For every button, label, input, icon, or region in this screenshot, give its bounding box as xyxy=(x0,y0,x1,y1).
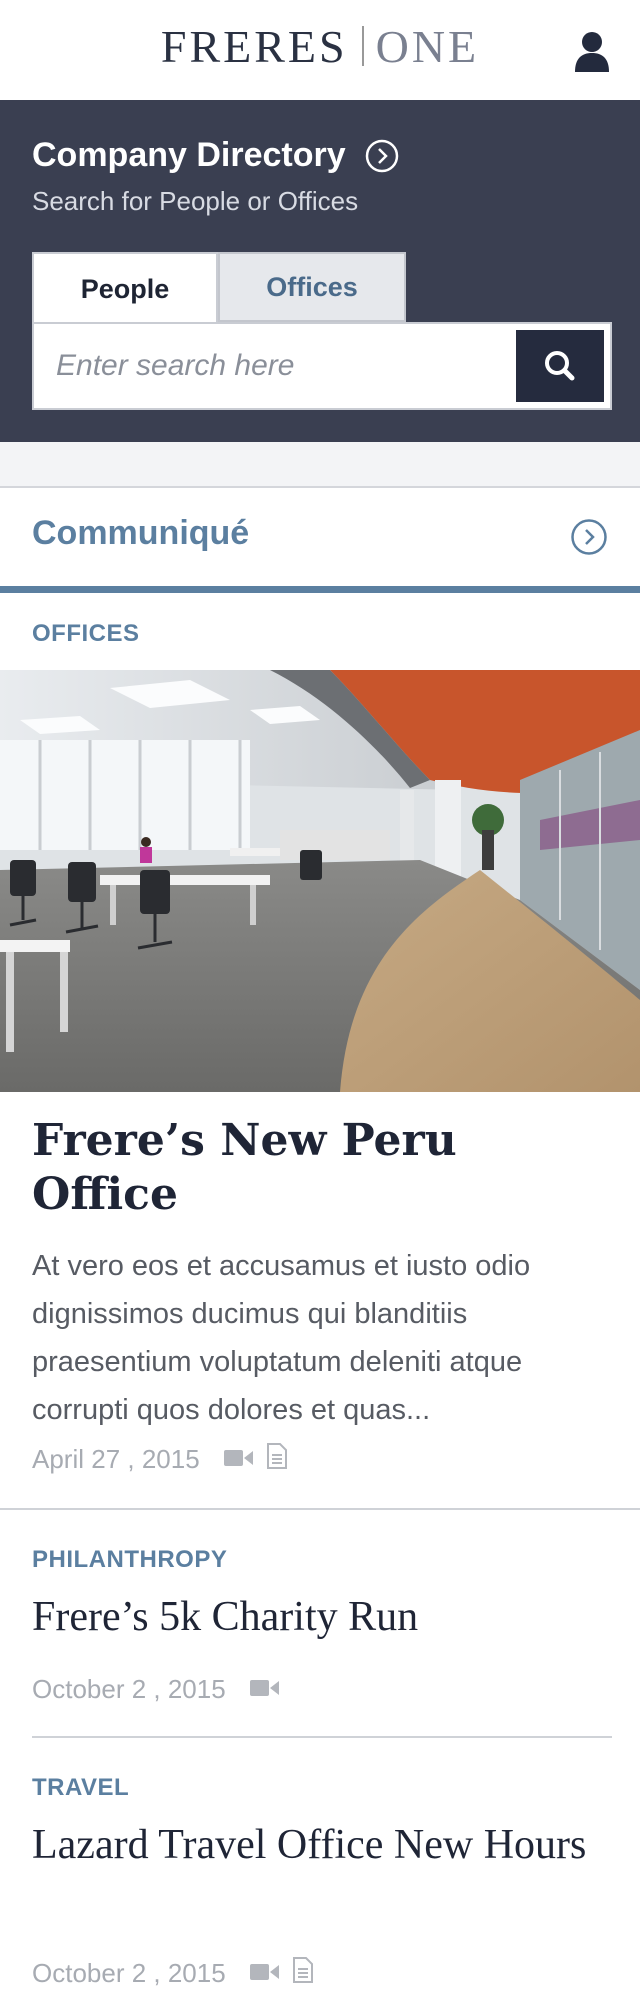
section-divider xyxy=(0,442,640,488)
document-icon xyxy=(266,1442,288,1477)
article-category[interactable]: PHILANTHROPY xyxy=(32,1546,227,1574)
article-excerpt: At vero eos et accusamus et iusto odio d… xyxy=(32,1250,531,1426)
tab-offices[interactable]: Offices xyxy=(218,252,406,322)
document-icon xyxy=(292,1956,314,1991)
divider xyxy=(0,1508,640,1510)
brand-divider xyxy=(361,26,364,66)
article-title[interactable]: Frere’s New Peru Office xyxy=(32,1114,612,1222)
brand-logo[interactable]: FRERES ONE xyxy=(0,20,640,73)
video-icon xyxy=(249,1958,280,1989)
article-meta: April 27 , 2015 xyxy=(32,1442,288,1477)
communique-link[interactable]: Communiqué xyxy=(0,490,640,586)
article-title[interactable]: Lazard Travel Office New Hours xyxy=(32,1818,612,1872)
tab-people[interactable]: People xyxy=(32,252,218,324)
directory-subtitle: Search for People or Offices xyxy=(32,186,359,216)
video-icon xyxy=(223,1444,254,1475)
search-input[interactable] xyxy=(34,324,514,408)
search-icon xyxy=(545,351,575,381)
article-category[interactable]: TRAVEL xyxy=(32,1774,129,1802)
article-date: October 2 , 2015 xyxy=(32,1674,226,1704)
directory-title[interactable]: Company Directory xyxy=(32,136,346,175)
brand-name: FRERES xyxy=(160,21,348,72)
brand-suffix: ONE xyxy=(375,21,480,72)
chevron-right-circle-icon[interactable] xyxy=(364,138,400,174)
video-icon xyxy=(249,1674,280,1705)
search-box xyxy=(32,322,612,410)
search-button[interactable] xyxy=(516,330,604,402)
article-meta: October 2 , 2015 xyxy=(32,1674,280,1705)
article-date: October 2 , 2015 xyxy=(32,1958,226,1988)
app-header: FRERES ONE xyxy=(0,0,640,100)
article-date: April 27 , 2015 xyxy=(32,1444,200,1474)
user-icon[interactable] xyxy=(572,30,612,74)
article-category[interactable]: OFFICES xyxy=(32,620,140,648)
article-meta: October 2 , 2015 xyxy=(32,1956,314,1991)
article-title[interactable]: Frere’s 5k Charity Run xyxy=(32,1590,612,1644)
divider xyxy=(32,1736,612,1738)
chevron-right-circle-icon xyxy=(570,518,608,556)
accent-rule xyxy=(0,586,640,593)
company-directory: Company Directory Search for People or O… xyxy=(0,100,640,442)
communique-label: Communiqué xyxy=(32,514,250,552)
office-photo[interactable] xyxy=(0,670,640,1092)
